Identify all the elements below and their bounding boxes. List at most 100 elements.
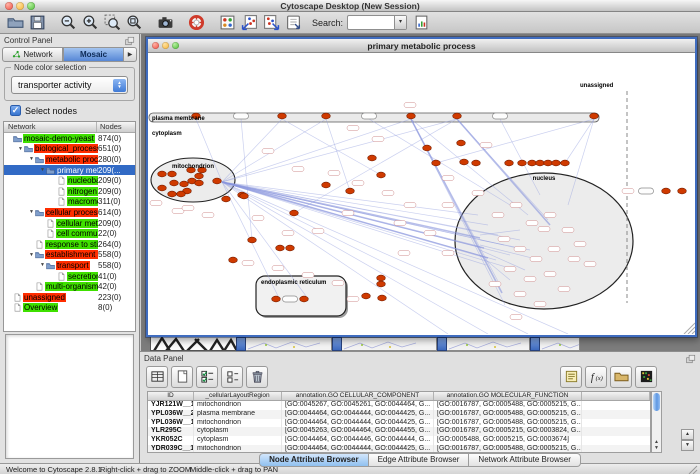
- search-dropdown-arrow-icon[interactable]: ▾: [394, 16, 406, 29]
- table-cell[interactable]: cytoplasm: [194, 436, 282, 445]
- red-node[interactable]: [248, 237, 257, 243]
- snapshot-camera-button[interactable]: [156, 13, 175, 32]
- expander-icon[interactable]: ▼: [39, 167, 46, 173]
- tab-mosaic[interactable]: Mosaic: [63, 47, 124, 62]
- red-node[interactable]: [346, 188, 355, 194]
- network-window-titlebar[interactable]: primary metabolic process: [148, 39, 695, 53]
- red-node[interactable]: [195, 173, 204, 179]
- column-header-2[interactable]: _cellularLayoutRegion: [194, 392, 282, 400]
- zoom-region-button[interactable]: [103, 13, 122, 32]
- red-node[interactable]: [170, 180, 179, 186]
- red-node[interactable]: [278, 113, 287, 119]
- background-window-fragment[interactable]: [437, 337, 530, 351]
- scrollbar-thumb[interactable]: [653, 393, 660, 411]
- red-node[interactable]: [286, 245, 295, 251]
- column-header-3[interactable]: annotation.GO CELLULAR_COMPONENT: [282, 392, 434, 400]
- table-cell[interactable]: [GO:0045267, GO:0045261, GO:0044464, G..…: [282, 401, 434, 410]
- birds-eye-view[interactable]: [5, 334, 134, 459]
- white-node[interactable]: [639, 188, 654, 194]
- save-button[interactable]: [28, 13, 47, 32]
- background-window-titlebar[interactable]: [332, 337, 342, 351]
- red-node[interactable]: [518, 160, 527, 166]
- table-cell[interactable]: [GO:0044464, GO:0044446, GO:0044444, G..…: [282, 436, 434, 445]
- node-color-dropdown[interactable]: transporter activity ▲▼: [11, 76, 128, 94]
- panel-scroll-up-button[interactable]: ▲: [681, 429, 694, 440]
- table-cell[interactable]: YJR121W__1: [148, 401, 194, 410]
- red-node[interactable]: [432, 160, 441, 166]
- table-cell[interactable]: [GO:0044464, GO:0044444, GO:0044425, G..…: [282, 445, 434, 453]
- table-cell[interactable]: mitochondrion: [194, 401, 282, 410]
- tree-row-overview[interactable]: Overview8(0): [4, 303, 135, 314]
- dropdown-stepper-icon[interactable]: ▲▼: [113, 79, 126, 92]
- red-node[interactable]: [377, 172, 386, 178]
- table-row-ylr295c[interactable]: YLR295Ccytoplasm[GO:0045263, GO:0044464,…: [148, 427, 650, 436]
- red-node[interactable]: [378, 295, 387, 301]
- tab-node-attribute-browser[interactable]: Node Attribute Browser: [259, 453, 369, 467]
- network-tree-header[interactable]: Network Nodes: [4, 122, 135, 133]
- table-cell[interactable]: [GO:0016787, GO:0005488, GO:0005215, G..…: [434, 419, 582, 428]
- red-node[interactable]: [272, 296, 281, 302]
- table-cell[interactable]: cytoplasm: [194, 427, 282, 436]
- red-node[interactable]: [505, 160, 514, 166]
- select-nodes-checkbox[interactable]: ✓: [10, 105, 21, 116]
- search-input[interactable]: ▾: [347, 15, 407, 30]
- red-node[interactable]: [322, 113, 331, 119]
- table-row-ykr052c[interactable]: YKR052Ccytoplasm[GO:0044464, GO:0044446,…: [148, 436, 650, 445]
- table-row-ypl036w__1[interactable]: YPL036W__1mitochondrion[GO:0044464, GO:0…: [148, 419, 650, 428]
- red-node[interactable]: [678, 188, 687, 194]
- red-node[interactable]: [457, 140, 466, 146]
- tree-column-network[interactable]: Network: [4, 122, 97, 132]
- background-window-fragment[interactable]: [236, 337, 332, 351]
- red-node[interactable]: [168, 171, 177, 177]
- white-node[interactable]: [493, 113, 508, 119]
- expander-icon[interactable]: ▼: [39, 262, 46, 268]
- zoom-in-button[interactable]: [81, 13, 100, 32]
- table-cell[interactable]: [GO:0016787, GO:0005488, GO:0005215, G..…: [434, 410, 582, 419]
- import-network-right-button[interactable]: [262, 13, 281, 32]
- attribute-table-header[interactable]: ID_cellularLayoutRegionannotation.GO CEL…: [148, 392, 650, 401]
- table-cell[interactable]: YPL036W__1: [148, 419, 194, 428]
- table-cell[interactable]: [GO:0044464, GO:0044444, GO:0044425, G..…: [282, 410, 434, 419]
- table-cell[interactable]: mitochondrion: [194, 445, 282, 453]
- tree-row-macromolecule[interactable]: macromolecule311(0): [4, 197, 135, 208]
- table-row-ypl036w__2[interactable]: YPL036W__2plasma membrane[GO:0044464, GO…: [148, 410, 650, 419]
- document-chart-button[interactable]: [412, 13, 431, 32]
- network-view-window[interactable]: primary metabolic process plasma membran…: [146, 37, 697, 337]
- tree-column-nodes[interactable]: Nodes: [97, 122, 135, 132]
- float-panel-icon[interactable]: [125, 36, 135, 46]
- white-node[interactable]: [362, 113, 377, 119]
- tree-row-unassigned[interactable]: unassigned223(0): [4, 292, 135, 303]
- red-node[interactable]: [407, 113, 416, 119]
- table-cell[interactable]: [GO:0044464, GO:0044444, GO:0044425, G..…: [282, 419, 434, 428]
- red-node[interactable]: [536, 160, 545, 166]
- table-cell[interactable]: mitochondrion: [194, 419, 282, 428]
- red-node[interactable]: [180, 181, 189, 187]
- tree-row-transport[interactable]: ▼transport558(0): [4, 260, 135, 271]
- table-cell[interactable]: [GO:0045263, GO:0044464, GO:0044455, G..…: [282, 427, 434, 436]
- red-node[interactable]: [222, 196, 231, 202]
- function-button[interactable]: f(x): [585, 366, 607, 388]
- table-cell[interactable]: [GO:0016787, GO:0005488, GO:0005215, G..…: [434, 445, 582, 453]
- open-folder-button[interactable]: [6, 13, 25, 32]
- background-window-titlebar[interactable]: [530, 337, 540, 351]
- vizmapper-button[interactable]: [218, 13, 237, 32]
- tab-overflow-button[interactable]: ▶: [124, 47, 137, 62]
- red-node[interactable]: [177, 191, 186, 197]
- red-node[interactable]: [453, 113, 462, 119]
- red-node[interactable]: [552, 160, 561, 166]
- zoom-fit-button[interactable]: [125, 13, 144, 32]
- red-node[interactable]: [377, 281, 386, 287]
- table-row-ydr039c__1[interactable]: YDR039C__1mitochondrion[GO:0044464, GO:0…: [148, 445, 650, 453]
- tree-row-mosaic-demo-yeast[interactable]: mosaic-demo-yeast874(0): [4, 133, 135, 144]
- red-node[interactable]: [544, 160, 553, 166]
- table-vertical-scrollbar[interactable]: ▲ ▼: [651, 391, 662, 453]
- table-cell[interactable]: YKR052C: [148, 436, 194, 445]
- red-node[interactable]: [276, 245, 285, 251]
- tree-row-establishment-of-lo[interactable]: ▼establishment of lo558(0): [4, 250, 135, 261]
- red-node[interactable]: [300, 296, 309, 302]
- red-node[interactable]: [423, 145, 432, 151]
- background-window-fragment[interactable]: [332, 337, 437, 351]
- red-node[interactable]: [158, 171, 167, 177]
- tree-row-secretion[interactable]: secretion41(0): [4, 271, 135, 282]
- table-cell[interactable]: plasma membrane: [194, 410, 282, 419]
